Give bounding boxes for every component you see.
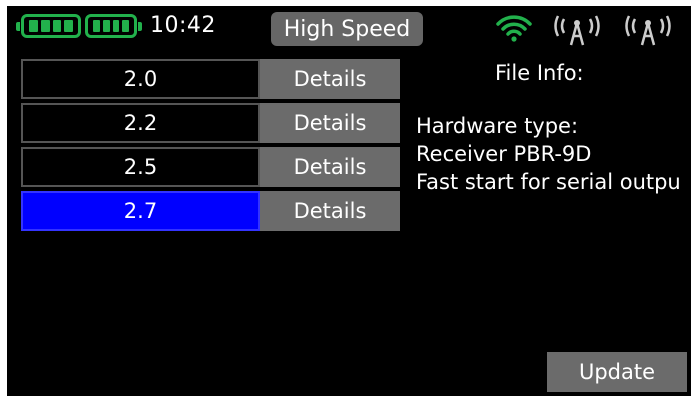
- version-label: 2.7: [123, 199, 158, 223]
- file-info-line: Fast start for serial outpu: [416, 170, 681, 194]
- file-info-line: Receiver PBR-9D: [416, 142, 592, 166]
- antenna-signal-icon: [554, 15, 600, 46]
- wifi-icon: [496, 15, 532, 42]
- version-row[interactable]: 2.2: [21, 103, 260, 143]
- file-info-title: File Info:: [495, 61, 584, 85]
- details-button[interactable]: Details: [260, 191, 400, 231]
- version-row[interactable]: 2.0: [21, 59, 260, 99]
- version-label: 2.5: [123, 155, 158, 179]
- antenna-signal-icon: [625, 15, 671, 46]
- version-label: 2.2: [123, 111, 158, 135]
- file-info-line: Hardware type:: [416, 114, 579, 138]
- version-row[interactable]: 2.5: [21, 147, 260, 187]
- battery-icon: [16, 14, 81, 38]
- mode-indicator[interactable]: High Speed: [271, 12, 423, 46]
- version-label: 2.0: [123, 67, 158, 91]
- version-row-selected[interactable]: 2.7: [21, 191, 260, 231]
- device-screen: 10:42 High Speed 2.0 Details 2.2 Details…: [7, 6, 691, 396]
- update-button[interactable]: Update: [547, 352, 687, 392]
- details-button[interactable]: Details: [260, 59, 400, 99]
- details-button[interactable]: Details: [260, 147, 400, 187]
- clock: 10:42: [150, 13, 216, 38]
- details-button[interactable]: Details: [260, 103, 400, 143]
- battery-icon: [85, 14, 142, 38]
